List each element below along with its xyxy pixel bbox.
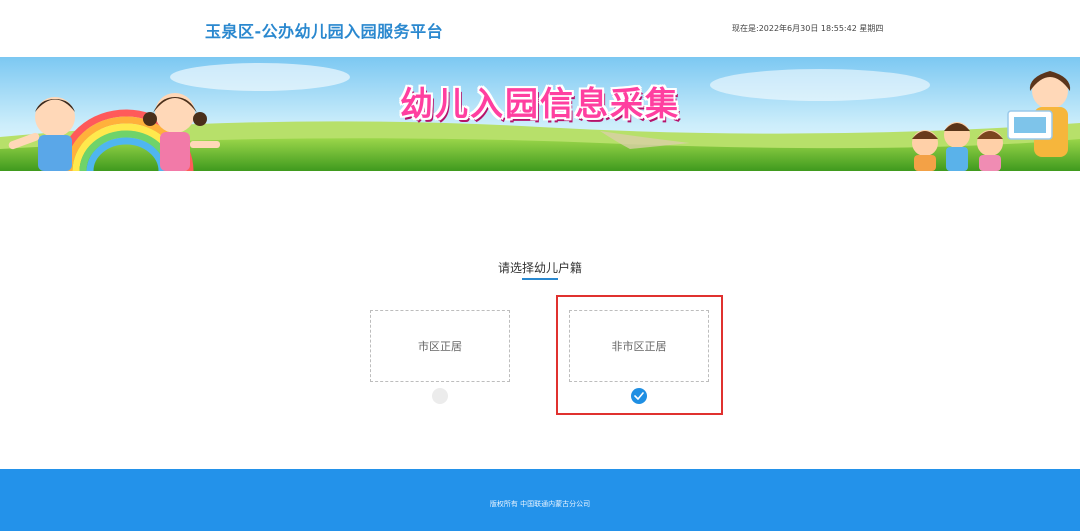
header: 玉泉区-公办幼儿园入园服务平台 现在是:2022年6月30日 18:55:42 … <box>0 0 1080 57</box>
option-card-non-urban-resident[interactable]: 非市区正居 <box>569 310 709 382</box>
current-datetime: 现在是:2022年6月30日 18:55:42 星期四 <box>732 24 884 33</box>
select-household-prompt: 请选择幼儿户籍 <box>497 261 582 275</box>
check-icon <box>634 392 644 400</box>
option-label: 市区正居 <box>418 340 462 353</box>
site-title[interactable]: 玉泉区-公办幼儿园入园服务平台 <box>205 18 443 42</box>
banner-title: 幼儿入园信息采集 <box>400 84 680 123</box>
footer: 版权所有 中国联通内蒙古分公司 <box>0 469 1080 531</box>
option-label: 非市区正居 <box>611 340 667 353</box>
footer-copyright: 版权所有 中国联通内蒙古分公司 <box>489 500 591 508</box>
radio-non-urban-resident[interactable] <box>631 388 647 404</box>
option-card-urban-resident[interactable]: 市区正居 <box>370 310 510 382</box>
banner: 幼儿入园信息采集 <box>0 57 1080 171</box>
main-content: 请选择幼儿户籍 市区正居 非市区正居 <box>0 171 1080 469</box>
prompt-underline <box>522 278 558 280</box>
radio-urban-resident[interactable] <box>432 388 448 404</box>
